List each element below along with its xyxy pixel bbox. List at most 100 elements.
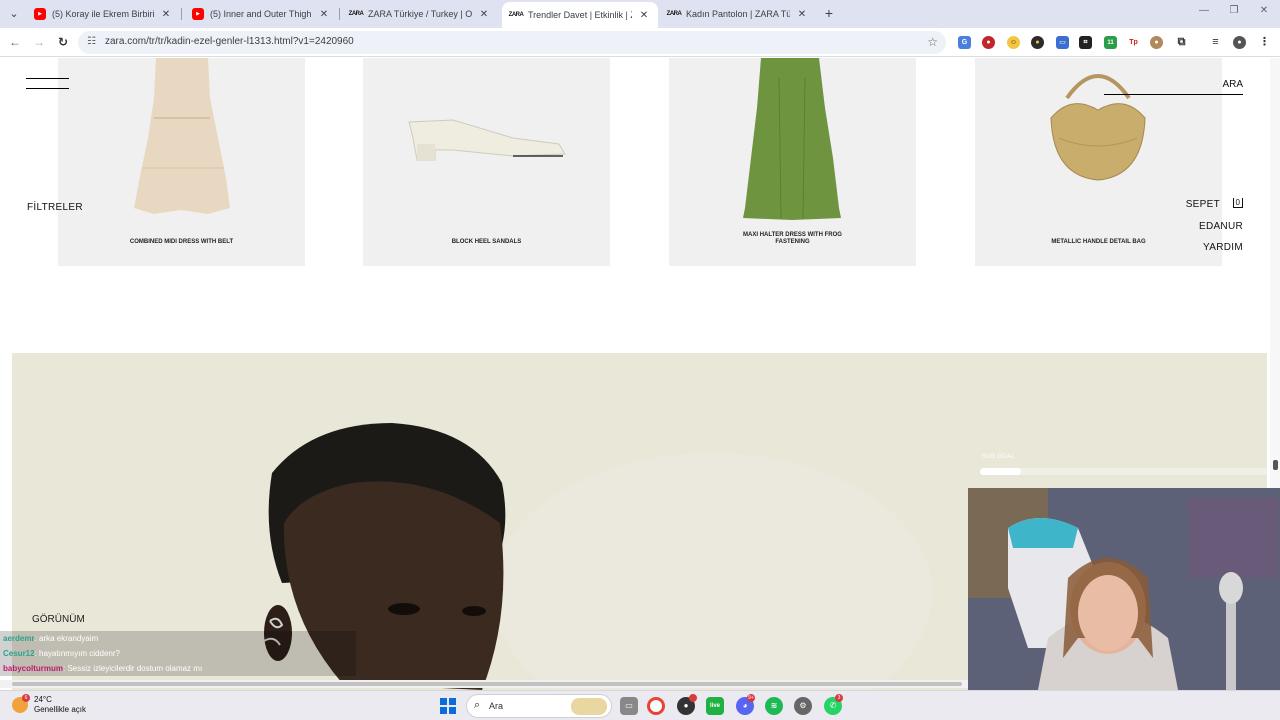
product-card[interactable]: BLOCK HEEL SANDALS: [363, 58, 610, 266]
close-tab-icon[interactable]: ✕: [638, 10, 650, 21]
taskbar-search-box[interactable]: ⌕ Ara: [466, 694, 612, 718]
chat-username: aerdemr: [3, 634, 35, 643]
bookmark-star-icon[interactable]: ☆: [927, 35, 938, 49]
live-app-icon[interactable]: live: [706, 697, 724, 715]
product-name[interactable]: METALLIC HANDLE DETAIL BAG: [975, 239, 1222, 246]
product-card[interactable]: COMBINED MIDI DRESS WITH BELT: [58, 58, 305, 266]
chat-username: babycolturmum: [3, 664, 64, 673]
weather-description[interactable]: Genellikle açık: [34, 705, 86, 714]
spotify-icon[interactable]: ≋: [765, 697, 783, 715]
close-tab-icon[interactable]: ✕: [796, 9, 808, 20]
search-underline: [1104, 94, 1243, 95]
filters-link[interactable]: FİLTRELER: [27, 202, 83, 213]
tab-title: (5) Inner and Outer Thigh Mod: [210, 9, 312, 19]
scrollbar-thumb[interactable]: [12, 682, 962, 686]
taskbar-search-label: Ara: [489, 701, 504, 711]
smiley-extension-icon[interactable]: ☺: [1007, 36, 1020, 49]
sub-goal-progress-bar: [980, 468, 1270, 475]
tab-bar: ⌄ ▶ (5) Koray ile Ekrem Birbirine Gi ✕ ▶…: [0, 0, 1280, 28]
discord-badge: 9+: [747, 694, 755, 702]
extension-badge: 11: [1107, 40, 1114, 46]
tab-title: Kadın Pantolon | ZARA Türkiye: [686, 9, 790, 19]
browser-toolbar: ← → ↻ ☷ zara.com/tr/tr/kadin-ezel-genler…: [0, 28, 1280, 57]
close-tab-icon[interactable]: ✕: [478, 9, 490, 20]
user-account-link[interactable]: EDANUR: [1199, 221, 1243, 232]
tab-separator: [339, 8, 340, 20]
cart-link[interactable]: SEPET: [1186, 199, 1220, 210]
search-icon: ⌕: [474, 699, 481, 711]
product-name[interactable]: COMBINED MIDI DRESS WITH BELT: [58, 239, 305, 246]
browser-tab-2[interactable]: ▶ (5) Inner and Outer Thigh Mod ✕: [184, 3, 338, 25]
zara-favicon-icon: ZARA: [348, 11, 364, 17]
zara-favicon-icon: ZARA: [508, 12, 524, 18]
more-menu-icon[interactable]: ⋮: [1258, 36, 1271, 49]
chat-text: : arka ekrandyaim: [34, 634, 99, 643]
whatsapp-badge: 3: [835, 694, 843, 702]
settings-gear-icon[interactable]: ⚙: [794, 697, 812, 715]
vertical-scrollbar[interactable]: [1270, 58, 1280, 488]
tab-separator: [181, 8, 182, 20]
task-view-icon[interactable]: ▭: [620, 697, 638, 715]
help-link[interactable]: YARDIM: [1203, 242, 1243, 253]
tab-title: (5) Koray ile Ekrem Birbirine Gi: [52, 9, 154, 19]
url-text[interactable]: zara.com/tr/tr/kadin-ezel-genler-l1313.h…: [105, 36, 354, 47]
close-tab-icon[interactable]: ✕: [318, 9, 330, 20]
chat-text: : Sessiz izleyicilerdir dostum olamaz mı: [63, 664, 203, 673]
search-link[interactable]: ARA: [1222, 79, 1243, 90]
site-info-icon[interactable]: ☷: [87, 36, 99, 48]
green-extension-icon[interactable]: 11: [1104, 36, 1117, 49]
hamburger-menu-icon[interactable]: [26, 78, 69, 98]
back-arrow-icon[interactable]: ←: [7, 34, 23, 50]
weather-temperature[interactable]: 24°C: [34, 695, 52, 704]
chrome-icon[interactable]: [647, 697, 665, 715]
windows-taskbar: 6 24°C Genellikle açık ⌕ Ara ▭ ● live ◕ …: [0, 690, 1280, 720]
cookie-extension-icon[interactable]: ●: [1150, 36, 1163, 49]
chat-username: Cesur12: [3, 649, 35, 658]
view-toggle-link[interactable]: GÖRÜNÜM: [32, 614, 85, 625]
address-bar[interactable]: ☷ zara.com/tr/tr/kadin-ezel-genler-l1313…: [78, 31, 946, 54]
close-window-icon[interactable]: ✕: [1254, 5, 1274, 16]
extensions-puzzle-icon[interactable]: ⧉: [1175, 36, 1188, 49]
cart-count-badge[interactable]: 0: [1232, 198, 1243, 208]
product-card[interactable]: MAXI HALTER DRESS WITH FROG FASTENING: [669, 58, 916, 266]
tab-title: Trendler Davet | Etkinlik | ZARA: [528, 10, 632, 20]
forward-arrow-icon[interactable]: →: [31, 34, 47, 50]
sub-goal-progress-fill: [980, 468, 1021, 475]
browser-tab-3[interactable]: ZARA ZARA Türkiye / Turkey | Online ✕: [342, 3, 498, 25]
weather-badge: 6: [22, 694, 30, 702]
tab-search-chevron-icon[interactable]: ⌄: [6, 6, 22, 22]
product-name[interactable]: BLOCK HEEL SANDALS: [363, 239, 610, 246]
translate-extension-icon[interactable]: G: [958, 36, 971, 49]
screen-extension-icon[interactable]: ▭: [1056, 36, 1069, 49]
stream-chat-overlay: aerdemr: arka ekrandyaim Cesur12: hayatı…: [0, 631, 356, 676]
chat-message: aerdemr: arka ekrandyaim: [0, 631, 356, 646]
product-name[interactable]: MAXI HALTER DRESS WITH FROG FASTENING: [669, 232, 916, 246]
minimize-icon[interactable]: —: [1194, 5, 1214, 16]
zara-favicon-icon: ZARA: [666, 11, 682, 17]
browser-tab-1[interactable]: ▶ (5) Koray ile Ekrem Birbirine Gi ✕: [26, 3, 180, 25]
product-card[interactable]: METALLIC HANDLE DETAIL BAG: [975, 58, 1222, 266]
lips-extension-icon[interactable]: ●: [982, 36, 995, 49]
horizontal-scrollbar[interactable]: [0, 680, 968, 688]
browser-tab-5[interactable]: ZARA Kadın Pantolon | ZARA Türkiye ✕: [660, 3, 816, 25]
cream-heel-sandal-image[interactable]: [363, 58, 610, 228]
media-control-icon[interactable]: ≡: [1209, 36, 1222, 49]
windows-start-icon[interactable]: [440, 698, 456, 714]
tp-extension-icon[interactable]: Tp: [1127, 36, 1140, 49]
crop-extension-icon[interactable]: ⌗: [1079, 36, 1092, 49]
search-highlight-image: [571, 698, 607, 715]
close-tab-icon[interactable]: ✕: [160, 9, 172, 20]
browser-tab-4-active[interactable]: ZARA Trendler Davet | Etkinlik | ZARA ✕: [502, 2, 658, 28]
dark-extension-icon[interactable]: ●: [1031, 36, 1044, 49]
reload-icon[interactable]: ↻: [55, 34, 71, 50]
profile-avatar-icon[interactable]: ●: [1233, 36, 1246, 49]
chat-message: babycolturmum: Sessiz izleyicilerdir dos…: [0, 661, 356, 676]
new-tab-plus-icon[interactable]: +: [821, 5, 837, 21]
beige-midi-dress-image[interactable]: [58, 58, 305, 228]
scrollbar-thumb[interactable]: [1273, 460, 1278, 470]
green-maxi-dress-image[interactable]: [669, 58, 916, 228]
tab-title: ZARA Türkiye / Turkey | Online: [368, 9, 472, 19]
sub-goal-label: SUB GOAL: [982, 454, 1016, 460]
restore-icon[interactable]: ❐: [1224, 5, 1244, 16]
chat-message: Cesur12: hayatınmıyım ciddenr?: [0, 646, 356, 661]
